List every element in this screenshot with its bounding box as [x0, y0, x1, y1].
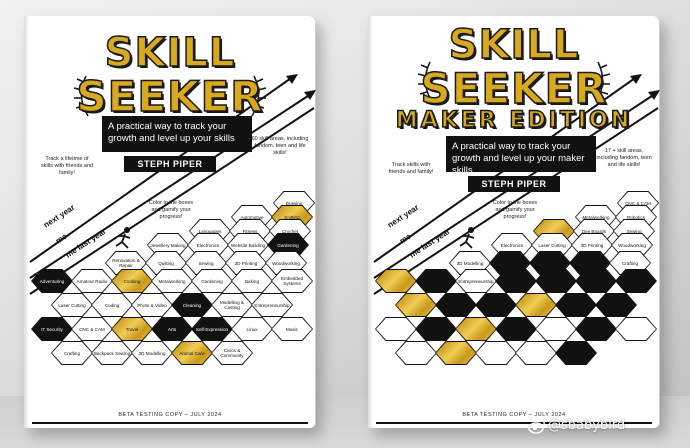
skill-hex-grid: CNC & CAM Metalworking Robotics Dev Boards S… [368, 16, 660, 428]
watermark-text: @sbabybird [548, 418, 626, 433]
book-cover-skill-seeker: SKILL SEEKER A practical way to track yo… [24, 16, 316, 428]
weibo-logo-icon [528, 419, 545, 434]
book-cover-skill-seeker-maker-edition: SKILL SEEKER MAKER EDITION A practical w… [368, 16, 660, 428]
footer-bar [32, 422, 308, 424]
skill-hex-grid: Drawing Automotive Knitting Languages Fitnes… [24, 16, 316, 428]
book-footer: BETA TESTING COPY – JULY 2024 [118, 412, 222, 418]
